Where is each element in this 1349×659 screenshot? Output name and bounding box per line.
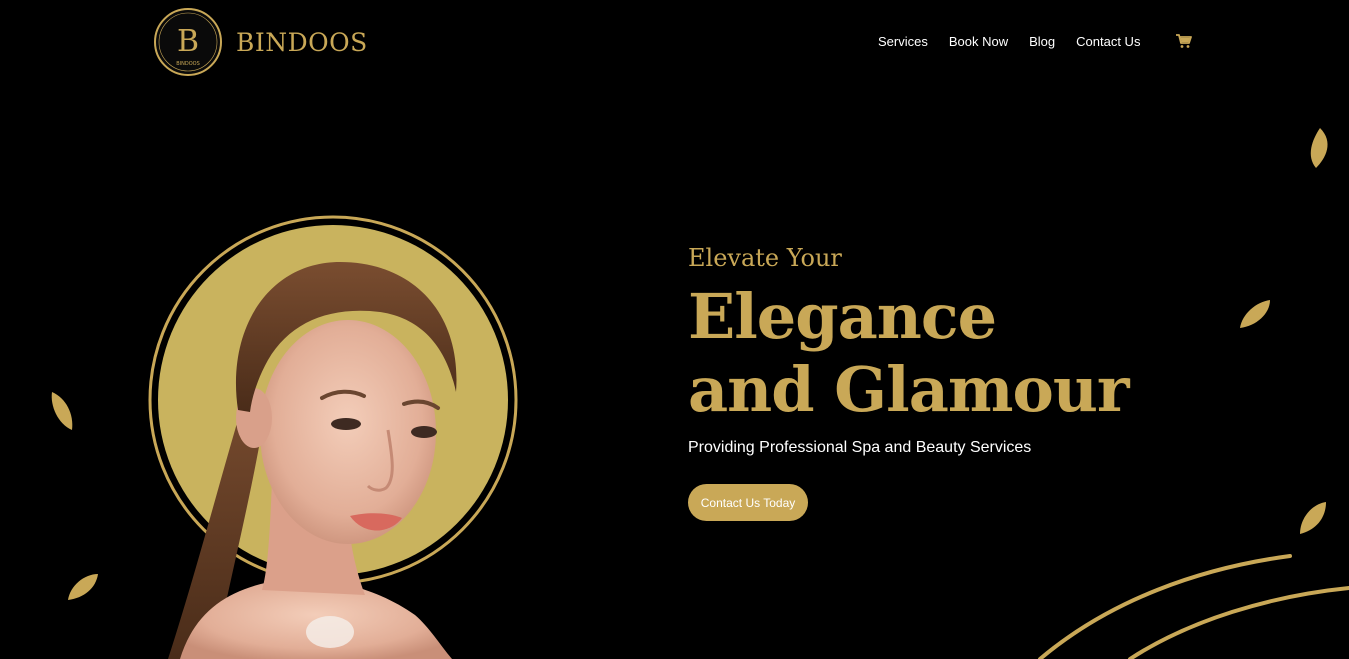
site-header: B BINDOOS BINDOOS Services Book Now Blog…	[0, 0, 1349, 84]
hero-subheading: Providing Professional Spa and Beauty Se…	[688, 439, 1032, 456]
hero-eyebrow: Elevate Your	[688, 244, 842, 272]
nav-link-services[interactable]: Services	[878, 34, 928, 49]
svg-text:BINDOOS: BINDOOS	[176, 61, 200, 67]
main-nav: Services Book Now Blog Contact Us	[878, 34, 1140, 49]
hero-headline-line1: Elegance	[688, 280, 997, 353]
contact-us-today-button[interactable]: Contact Us Today	[688, 484, 808, 521]
svg-text:B: B	[177, 24, 199, 59]
brand-name: BINDOOS	[236, 27, 368, 57]
logo-badge-icon: B BINDOOS	[154, 8, 222, 76]
hero-content: Elevate Your Elegance and Glamour Provid…	[688, 242, 1248, 521]
brand-logo[interactable]: B BINDOOS BINDOOS	[153, 7, 368, 77]
hero-headline-line2: and Glamour	[688, 353, 1130, 426]
nav-link-blog[interactable]: Blog	[1029, 34, 1055, 49]
cart-icon[interactable]	[1175, 33, 1192, 49]
nav-link-book-now[interactable]: Book Now	[949, 34, 1008, 49]
decorative-swoosh	[1038, 554, 1349, 659]
nav-link-contact-us[interactable]: Contact Us	[1076, 34, 1140, 49]
hero-headline: Elegance and Glamour	[688, 280, 1248, 426]
